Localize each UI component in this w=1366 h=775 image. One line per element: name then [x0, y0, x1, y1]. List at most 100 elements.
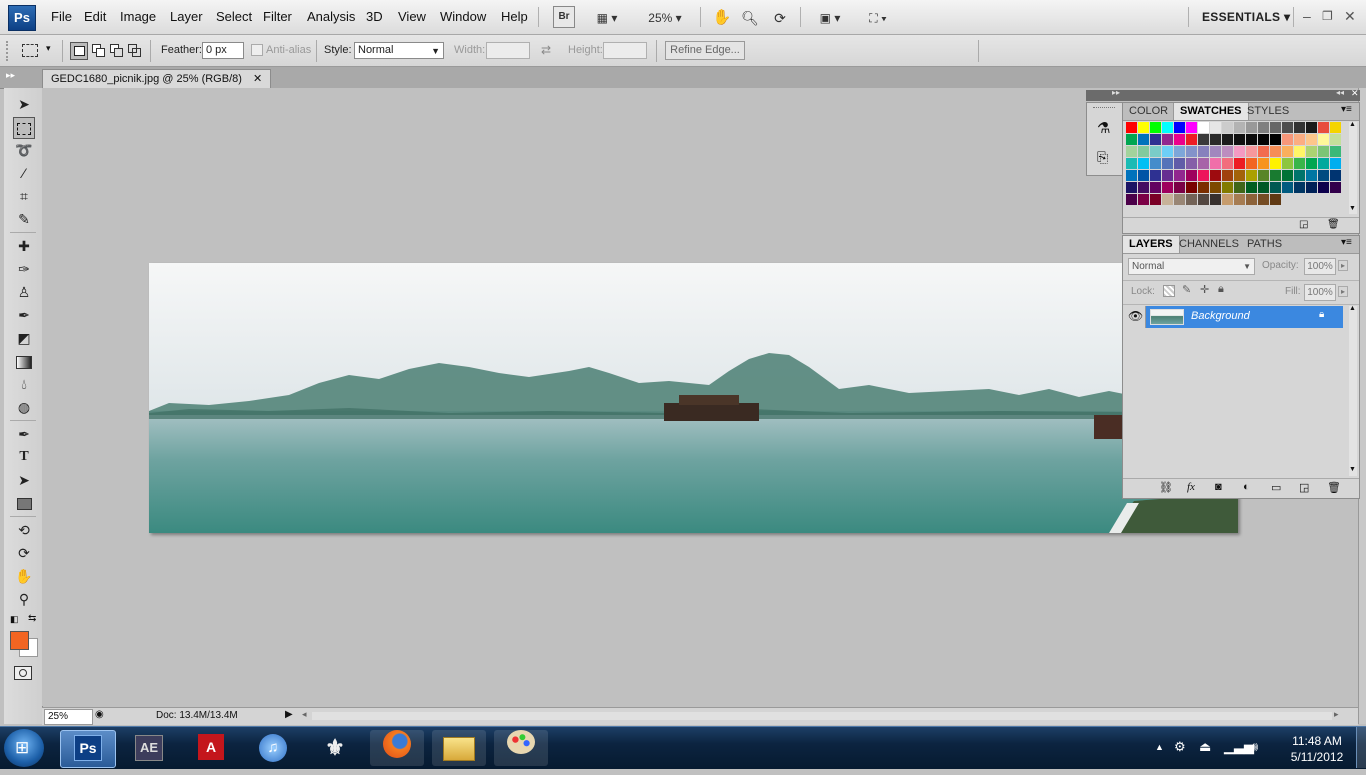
- color-swatch[interactable]: [1174, 122, 1185, 133]
- document-image[interactable]: [149, 263, 1238, 533]
- color-swatch[interactable]: [1318, 134, 1329, 145]
- quick-mask-button[interactable]: [14, 666, 32, 680]
- color-swatch[interactable]: [1150, 134, 1161, 145]
- tool-preset-picker[interactable]: ▾: [20, 41, 54, 61]
- horizontal-scrollbar[interactable]: [312, 712, 1332, 720]
- color-swatch[interactable]: [1198, 158, 1209, 169]
- 3d-orbit-tool-icon[interactable]: ⟳: [14, 543, 34, 563]
- color-swatch[interactable]: [1234, 194, 1245, 205]
- color-swatch[interactable]: [1138, 194, 1149, 205]
- color-swatch[interactable]: [1162, 182, 1173, 193]
- lasso-tool-icon[interactable]: ➰: [14, 140, 34, 160]
- color-swatch[interactable]: [1222, 170, 1233, 181]
- feather-input[interactable]: 0 px: [202, 42, 244, 59]
- color-swatch[interactable]: [1210, 182, 1221, 193]
- close-dock-icon[interactable]: ✕: [1351, 88, 1359, 99]
- color-swatch[interactable]: [1174, 182, 1185, 193]
- color-swatch[interactable]: [1138, 146, 1149, 157]
- color-swatch[interactable]: [1198, 146, 1209, 157]
- color-swatch[interactable]: [1306, 146, 1317, 157]
- lock-image-icon[interactable]: ✎: [1182, 283, 1191, 296]
- subtract-from-selection-button[interactable]: [108, 42, 124, 58]
- width-input[interactable]: [486, 42, 530, 59]
- menu-filter[interactable]: Filter: [263, 9, 292, 24]
- color-swatch[interactable]: [1138, 170, 1149, 181]
- taskbar-paint[interactable]: [494, 730, 548, 766]
- new-group-icon[interactable]: ▭: [1271, 481, 1281, 494]
- color-swatch[interactable]: [1306, 158, 1317, 169]
- swap-colors-icon[interactable]: ⇆: [28, 613, 36, 624]
- color-swatch[interactable]: [1270, 122, 1281, 133]
- zoom-tool-button[interactable]: 🔍︎: [738, 6, 762, 30]
- color-swatch[interactable]: [1138, 182, 1149, 193]
- color-swatch[interactable]: [1126, 182, 1137, 193]
- color-swatch[interactable]: [1198, 170, 1209, 181]
- height-input[interactable]: [603, 42, 647, 59]
- tab-styles[interactable]: STYLES: [1241, 103, 1295, 120]
- color-swatch[interactable]: [1330, 170, 1341, 181]
- color-swatch[interactable]: [1246, 182, 1257, 193]
- new-layer-icon[interactable]: ◲: [1299, 481, 1309, 494]
- volume-icon[interactable]: 🔊︎: [1250, 739, 1258, 755]
- color-swatch[interactable]: [1282, 134, 1293, 145]
- color-swatch[interactable]: [1234, 182, 1245, 193]
- anti-alias-checkbox[interactable]: [251, 44, 263, 56]
- taskbar-firefox[interactable]: [370, 730, 424, 766]
- color-swatch[interactable]: [1150, 122, 1161, 133]
- color-swatch[interactable]: [1306, 182, 1317, 193]
- options-grip[interactable]: [6, 41, 14, 61]
- color-swatch[interactable]: [1138, 158, 1149, 169]
- type-tool-icon[interactable]: T: [14, 447, 34, 467]
- color-swatch[interactable]: [1330, 158, 1341, 169]
- panel-menu-icon[interactable]: ▾≡: [1341, 237, 1352, 248]
- color-swatch[interactable]: [1222, 182, 1233, 193]
- screen-mode-button[interactable]: ⛶ ▾: [858, 6, 898, 30]
- lock-transparent-icon[interactable]: [1163, 285, 1175, 297]
- color-swatch[interactable]: [1210, 134, 1221, 145]
- color-swatch[interactable]: [1162, 146, 1173, 157]
- scroll-right-icon[interactable]: ▸: [1334, 709, 1339, 720]
- color-swatch[interactable]: [1222, 146, 1233, 157]
- close-document-icon[interactable]: ✕: [253, 73, 262, 85]
- rectangle-tool-icon[interactable]: [14, 493, 34, 513]
- scroll-down-icon[interactable]: ▼: [1349, 466, 1356, 473]
- delete-layer-icon[interactable]: 🗑︎: [1327, 481, 1341, 494]
- color-swatch[interactable]: [1198, 182, 1209, 193]
- color-swatch[interactable]: [1246, 158, 1257, 169]
- zoom-tool-icon[interactable]: ⚲: [14, 589, 34, 609]
- menu-analysis[interactable]: Analysis: [307, 9, 355, 24]
- color-swatch[interactable]: [1294, 134, 1305, 145]
- color-swatch[interactable]: [1294, 158, 1305, 169]
- tab-color[interactable]: COLOR: [1123, 103, 1174, 120]
- color-swatch[interactable]: [1282, 146, 1293, 157]
- menu-help[interactable]: Help: [501, 9, 528, 24]
- color-swatch[interactable]: [1126, 134, 1137, 145]
- layer-style-fx-icon[interactable]: fx: [1187, 481, 1195, 493]
- menu-view[interactable]: View: [398, 9, 426, 24]
- color-swatch[interactable]: [1210, 170, 1221, 181]
- color-swatch[interactable]: [1318, 158, 1329, 169]
- color-swatch[interactable]: [1330, 134, 1341, 145]
- color-swatch[interactable]: [1222, 122, 1233, 133]
- color-swatch[interactable]: [1186, 122, 1197, 133]
- fill-input[interactable]: 100%: [1304, 284, 1336, 301]
- swap-dimensions-icon[interactable]: ⇄: [541, 43, 551, 57]
- color-swatch[interactable]: [1126, 122, 1137, 133]
- color-swatch[interactable]: [1282, 182, 1293, 193]
- color-swatch[interactable]: [1234, 170, 1245, 181]
- add-to-selection-button[interactable]: [90, 42, 106, 58]
- menu-select[interactable]: Select: [216, 9, 252, 24]
- color-swatch[interactable]: [1246, 194, 1257, 205]
- color-swatch[interactable]: [1186, 170, 1197, 181]
- menu-window[interactable]: Window: [440, 9, 486, 24]
- tool-presets-icon[interactable]: ⚗: [1097, 119, 1110, 137]
- color-swatch[interactable]: [1198, 122, 1209, 133]
- color-swatch[interactable]: [1150, 194, 1161, 205]
- color-swatch[interactable]: [1234, 146, 1245, 157]
- status-info-icon[interactable]: ◉: [95, 709, 104, 720]
- add-mask-icon[interactable]: ◙: [1215, 481, 1222, 493]
- color-swatch[interactable]: [1234, 134, 1245, 145]
- color-swatch[interactable]: [1294, 170, 1305, 181]
- default-colors-icon[interactable]: ◧: [10, 614, 19, 625]
- color-swatch[interactable]: [1270, 182, 1281, 193]
